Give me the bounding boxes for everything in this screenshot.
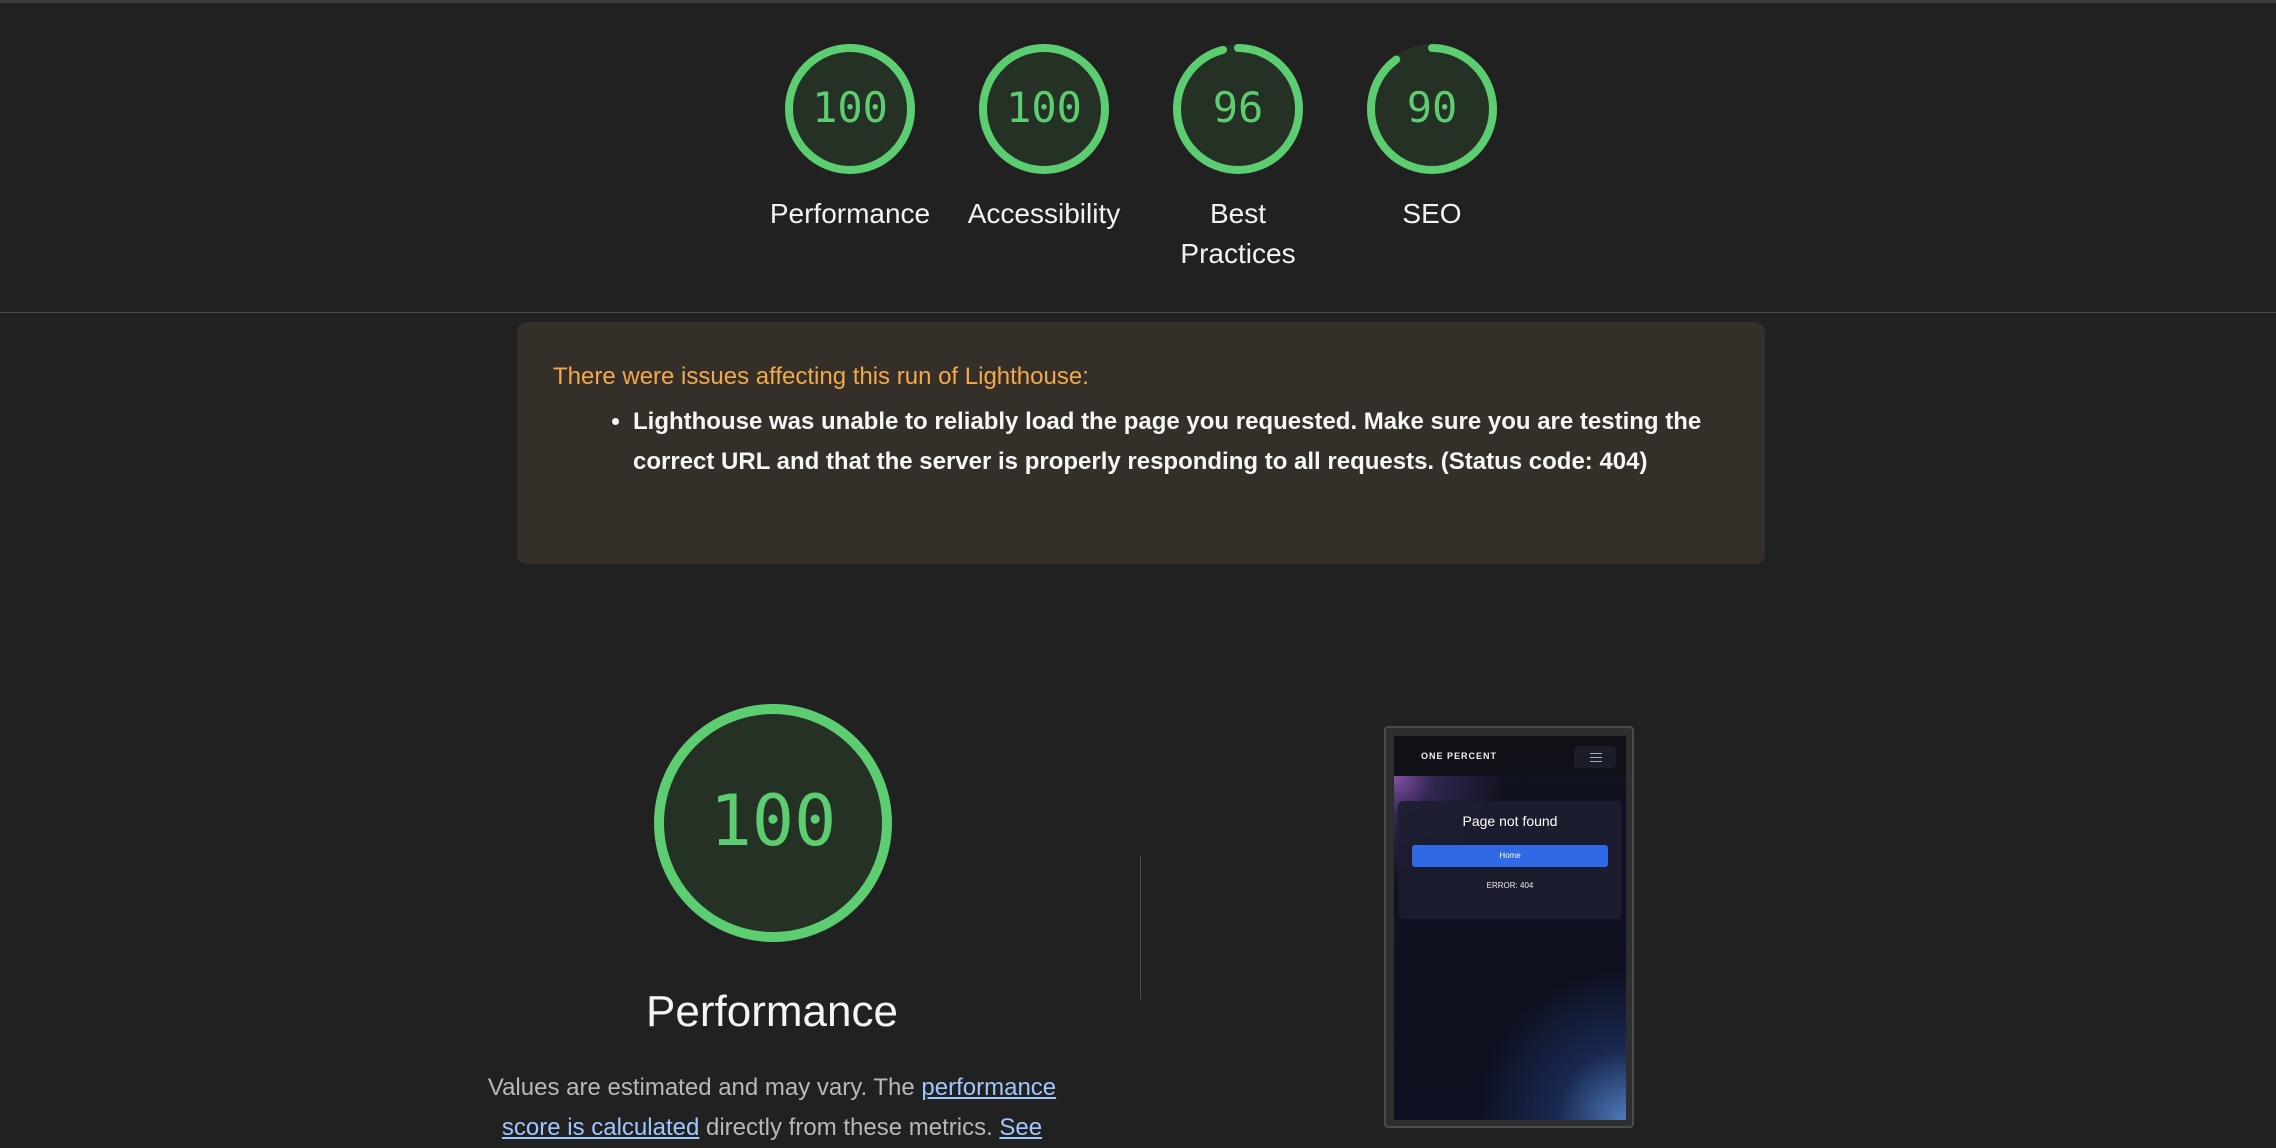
hamburger-menu-icon bbox=[1574, 746, 1616, 768]
desc-text: directly from these metrics. bbox=[699, 1114, 1000, 1141]
home-button: Home bbox=[1412, 845, 1608, 867]
gauge-performance[interactable]: 100 Performance bbox=[755, 42, 945, 234]
score-gauges: 100 Performance 100 Accessibility 96 Bes… bbox=[0, 42, 2276, 272]
site-navbar: ONE PERCENT bbox=[1394, 736, 1626, 776]
gauge-seo[interactable]: 90 SEO bbox=[1337, 42, 1527, 234]
desc-text: Values are estimated and may vary. The bbox=[487, 1074, 922, 1101]
screenshot-viewport: ONE PERCENT Page not found Home ERROR: 4… bbox=[1394, 736, 1626, 1120]
performance-score: 100 bbox=[710, 780, 836, 862]
gauge-score: 90 bbox=[1407, 83, 1458, 132]
see-calculator-link[interactable]: See bbox=[999, 1114, 1042, 1141]
gauge-score: 100 bbox=[812, 83, 888, 132]
final-screenshot[interactable]: ONE PERCENT Page not found Home ERROR: 4… bbox=[1384, 726, 1634, 1128]
gauge-label: Performance bbox=[769, 198, 931, 229]
top-divider bbox=[0, 0, 2276, 3]
gauge-label: Accessibility bbox=[967, 198, 1121, 229]
gauge-ring: 100 bbox=[654, 704, 892, 942]
performance-description: Values are estimated and may vary. The p… bbox=[460, 1068, 1084, 1148]
not-found-card: Page not found Home ERROR: 404 bbox=[1398, 801, 1622, 919]
gauge-score: 96 bbox=[1213, 83, 1264, 132]
run-warnings-box: There were issues affecting this run of … bbox=[517, 322, 1765, 564]
site-brand: ONE PERCENT bbox=[1421, 751, 1498, 761]
gauge-ring: 100 bbox=[979, 44, 1109, 174]
vertical-divider bbox=[1140, 855, 1141, 999]
not-found-heading: Page not found bbox=[1462, 813, 1558, 829]
performance-title: Performance bbox=[646, 987, 898, 1036]
gauge-ring: 90 bbox=[1367, 44, 1497, 174]
gauge-score: 100 bbox=[1006, 83, 1082, 132]
section-divider bbox=[0, 312, 2276, 313]
warning-title: There were issues affecting this run of … bbox=[553, 363, 1089, 390]
gauge-ring: 100 bbox=[785, 44, 915, 174]
performance-gauge-large: 100 bbox=[650, 700, 896, 946]
gauge-accessibility[interactable]: 100 Accessibility bbox=[949, 42, 1139, 234]
gauge-label: SEO bbox=[1402, 198, 1462, 229]
gauge-ring: 96 bbox=[1173, 44, 1303, 174]
warning-list: Lighthouse was unable to reliably load t… bbox=[553, 402, 1729, 482]
warning-item: Lighthouse was unable to reliably load t… bbox=[633, 402, 1729, 482]
gauge-best-practices[interactable]: 96 Best Practices bbox=[1143, 42, 1333, 274]
gauge-label: Best Practices bbox=[1180, 198, 1296, 269]
error-code: ERROR: 404 bbox=[1486, 881, 1534, 890]
